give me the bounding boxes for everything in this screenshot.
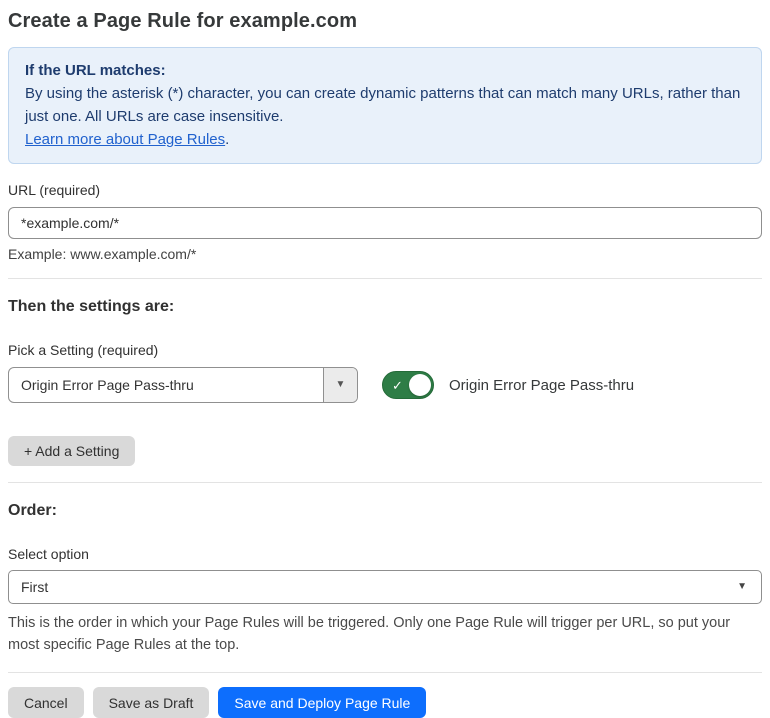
order-select-label: Select option <box>8 546 89 562</box>
learn-more-link[interactable]: Learn more about Page Rules <box>25 131 225 148</box>
divider <box>8 278 762 279</box>
setting-select-value: Origin Error Page Pass-thru <box>21 377 194 393</box>
add-setting-button[interactable]: + Add a Setting <box>8 436 136 466</box>
order-select[interactable]: First ▼ <box>8 570 762 604</box>
url-label: URL (required) <box>8 182 101 198</box>
cancel-button[interactable]: Cancel <box>8 687 84 718</box>
setting-select[interactable]: Origin Error Page Pass-thru ▼ <box>8 367 358 403</box>
url-input[interactable] <box>8 207 762 239</box>
save-deploy-button[interactable]: Save and Deploy Page Rule <box>218 687 427 718</box>
pick-setting-label: Pick a Setting (required) <box>8 342 159 358</box>
toggle-knob <box>409 374 431 396</box>
setting-select-arrow-button[interactable]: ▼ <box>323 368 357 402</box>
settings-section-heading: Then the settings are: <box>8 298 175 315</box>
save-draft-button[interactable]: Save as Draft <box>92 687 210 718</box>
divider <box>8 672 762 673</box>
check-icon: ✓ <box>392 377 403 393</box>
url-match-info-box: If the URL matches: By using the asteris… <box>8 47 762 164</box>
divider <box>8 482 762 483</box>
link-suffix-text: . <box>225 131 230 148</box>
order-select-value: First <box>21 579 49 595</box>
url-helper-text: Example: www.example.com/* <box>8 246 197 262</box>
page-title: Create a Page Rule for example.com <box>8 10 358 32</box>
order-section-heading: Order: <box>8 502 57 519</box>
info-box-body: By using the asterisk (*) character, you… <box>25 85 741 125</box>
info-box-link-row: Learn more about Page Rules. <box>25 128 745 151</box>
caret-down-icon: ▼ <box>335 379 346 390</box>
order-helper-text: This is the order in which your Page Rul… <box>8 615 731 653</box>
setting-toggle[interactable]: ✓ <box>382 371 434 399</box>
setting-toggle-label: Origin Error Page Pass-thru <box>449 376 635 394</box>
info-box-heading: If the URL matches: <box>25 62 166 79</box>
create-page-rule-form: Create a Page Rule for example.com If th… <box>0 0 770 718</box>
setting-row: Origin Error Page Pass-thru ▼ ✓ Origin E… <box>8 367 762 403</box>
footer-actions: Cancel Save as Draft Save and Deploy Pag… <box>8 687 762 718</box>
caret-down-icon: ▼ <box>737 581 747 592</box>
